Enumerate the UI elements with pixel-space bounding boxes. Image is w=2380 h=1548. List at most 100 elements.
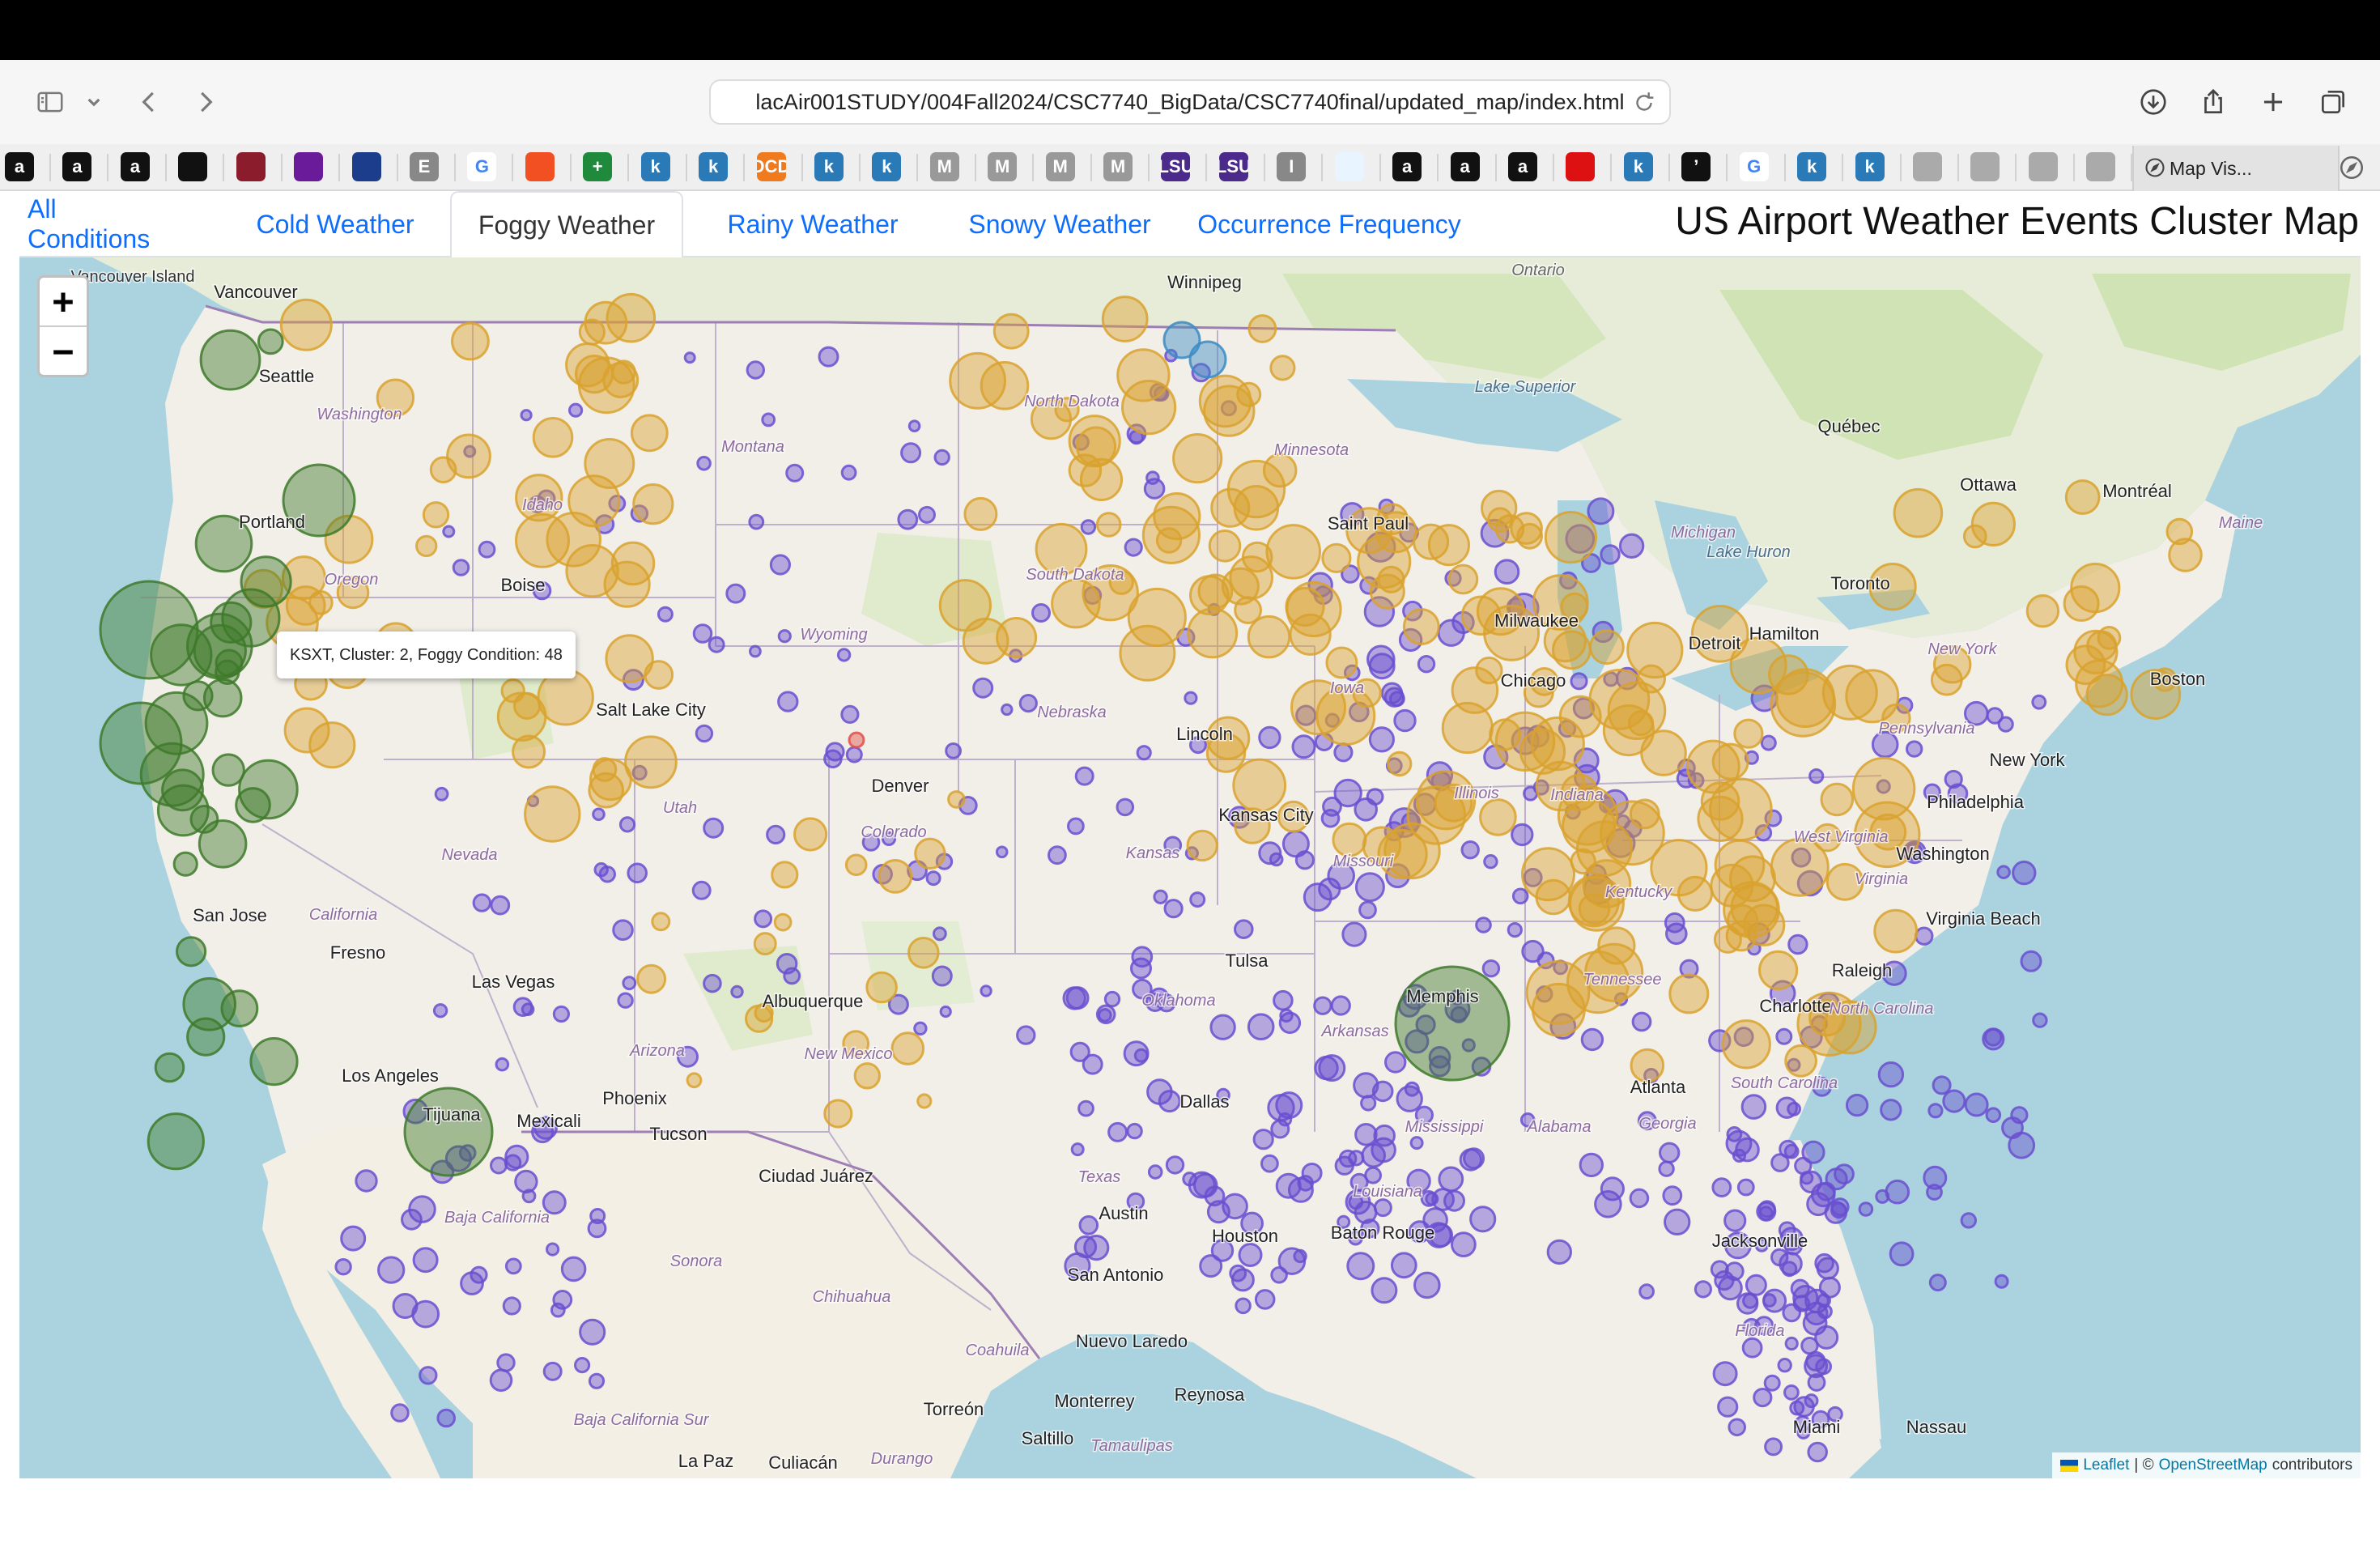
cluster-marker-purple[interactable] [1511, 887, 1529, 905]
cluster-marker-purple[interactable] [412, 1247, 439, 1274]
favorite-site-icon[interactable]: M [988, 152, 1018, 181]
cluster-marker-gold[interactable] [1119, 624, 1176, 682]
cluster-marker-purple[interactable] [1928, 1274, 1947, 1292]
zoom-out-button[interactable]: − [40, 327, 87, 375]
cluster-marker-purple[interactable] [1147, 1164, 1163, 1180]
cluster-marker-purple[interactable] [1163, 899, 1184, 919]
cluster-marker-gold[interactable] [584, 438, 635, 489]
cluster-marker-purple[interactable] [696, 456, 712, 471]
cluster-marker-gold[interactable] [878, 859, 913, 894]
cluster-marker-purple[interactable] [1808, 768, 1825, 785]
cluster-marker-purple[interactable] [1710, 1260, 1729, 1279]
cluster-marker-purple[interactable] [1964, 1092, 1989, 1117]
cluster-marker-purple[interactable] [1783, 1143, 1800, 1159]
cluster-marker-purple[interactable] [489, 1368, 513, 1393]
cluster-marker-purple[interactable] [1070, 1142, 1085, 1157]
cluster-marker-purple[interactable] [1757, 1200, 1776, 1218]
cluster-marker-purple[interactable] [432, 1003, 448, 1019]
cluster-marker-purple[interactable] [1258, 725, 1281, 750]
favorite-site-icon[interactable] [1970, 152, 2000, 181]
cluster-marker-gold[interactable] [1203, 385, 1256, 437]
cluster-marker-purple[interactable] [1384, 1051, 1407, 1074]
cluster-marker-purple[interactable] [1417, 655, 1436, 674]
cluster-marker-purple[interactable] [588, 1372, 606, 1389]
cluster-marker-purple[interactable] [1083, 1235, 1110, 1261]
cluster-marker-gold[interactable] [823, 1099, 853, 1129]
cluster-marker-purple[interactable] [703, 973, 722, 993]
cluster-marker-purple[interactable] [840, 704, 860, 725]
cluster-marker-gold[interactable] [630, 414, 669, 453]
tab-cold-weather[interactable]: Cold Weather [246, 191, 424, 257]
cluster-marker-gold[interactable] [1208, 529, 1242, 563]
cluster-marker-gold[interactable] [1770, 837, 1830, 897]
cluster-marker-purple[interactable] [1659, 1142, 1681, 1164]
cluster-marker-gold[interactable] [422, 501, 450, 529]
cluster-marker-purple[interactable] [980, 985, 992, 997]
cluster-marker-purple[interactable] [1333, 742, 1354, 763]
cluster-marker-purple[interactable] [730, 985, 744, 999]
cluster-marker-purple[interactable] [1742, 1292, 1759, 1309]
tab-map-visualization[interactable]: Map Vis... [2132, 146, 2340, 191]
cluster-marker-purple[interactable] [1985, 1107, 2002, 1123]
favorite-site-icon[interactable]: + [583, 152, 613, 181]
cluster-marker-purple[interactable] [1789, 1400, 1805, 1416]
cluster-marker-purple[interactable] [1594, 1190, 1622, 1218]
cluster-marker-purple[interactable] [1067, 817, 1085, 836]
cluster-marker-purple[interactable] [340, 1225, 367, 1252]
cluster-marker-purple[interactable] [1451, 1231, 1477, 1257]
cluster-marker-gold[interactable] [686, 1072, 703, 1089]
cluster-marker-gold[interactable] [1930, 663, 1963, 696]
cluster-marker-purple[interactable] [1277, 1112, 1293, 1127]
cluster-marker-purple[interactable] [1371, 1277, 1398, 1304]
cluster-marker-purple[interactable] [845, 746, 863, 763]
cluster-marker-gold[interactable] [1269, 355, 1296, 381]
cluster-marker-purple[interactable] [1658, 1160, 1675, 1177]
cluster-marker-purple[interactable] [1662, 1185, 1683, 1206]
tab-snowy-weather[interactable]: Snowy Weather [931, 191, 1188, 257]
cluster-marker-purple[interactable] [542, 1361, 563, 1381]
favorite-site-icon[interactable] [1566, 152, 1596, 181]
cluster-marker-gold[interactable] [773, 912, 793, 932]
cluster-marker-purple[interactable] [1782, 1303, 1801, 1323]
cluster-marker-purple[interactable] [495, 1057, 510, 1072]
cluster-marker-gold[interactable] [603, 560, 651, 608]
favorite-site-icon[interactable]: a [5, 152, 34, 181]
cluster-marker-gold[interactable] [865, 971, 898, 1004]
cluster-marker-purple[interactable] [1252, 1129, 1274, 1150]
tab-rainy-weather[interactable]: Rainy Weather [691, 191, 934, 257]
favorite-site-icon[interactable]: M [929, 152, 959, 181]
cluster-marker-purple[interactable] [897, 508, 919, 530]
favorite-site-icon[interactable]: DCD [756, 152, 786, 181]
cluster-marker-purple[interactable] [512, 997, 533, 1018]
cluster-marker-purple[interactable] [840, 464, 857, 481]
cluster-marker-purple[interactable] [1982, 1027, 2005, 1051]
cluster-marker-purple[interactable] [1001, 703, 1014, 717]
cluster-marker-gold[interactable] [771, 861, 799, 889]
cluster-marker-purple[interactable] [1781, 1261, 1798, 1278]
favorite-site-icon[interactable]: G [467, 152, 497, 181]
cluster-marker-gold[interactable] [1516, 522, 1543, 550]
cluster-marker-gold[interactable] [916, 1093, 933, 1109]
cluster-marker-gold[interactable] [1535, 878, 1572, 916]
cluster-marker-purple[interactable] [1723, 1209, 1747, 1232]
cluster-marker-purple[interactable] [377, 1256, 406, 1284]
cluster-marker-gold[interactable] [844, 853, 868, 877]
cluster-marker-gold[interactable] [1232, 758, 1287, 813]
cluster-marker-purple[interactable] [1762, 1288, 1787, 1313]
cluster-marker-purple[interactable] [900, 442, 922, 464]
cluster-marker-purple[interactable] [1807, 1373, 1826, 1392]
cluster-marker-purple[interactable] [1409, 1136, 1424, 1150]
cluster-marker-purple[interactable] [1481, 959, 1501, 978]
cluster-marker-purple[interactable] [587, 1218, 607, 1239]
cluster-marker-purple[interactable] [1320, 809, 1341, 828]
cluster-marker-purple[interactable] [1078, 1215, 1099, 1235]
cluster-marker-purple[interactable] [1287, 1176, 1314, 1203]
cluster-marker-purple[interactable] [1986, 707, 2004, 725]
cluster-marker-purple[interactable] [1830, 1197, 1850, 1217]
cluster-marker-gold[interactable] [980, 361, 1030, 410]
tab-overview-icon[interactable] [2312, 81, 2354, 123]
cluster-marker-green[interactable] [240, 555, 292, 608]
cluster-marker-gold[interactable] [1265, 524, 1321, 580]
cluster-marker-purple[interactable] [657, 606, 674, 623]
address-bar[interactable]: lacAir001STUDY/004Fall2024/CSC7740_BigDa… [709, 79, 1671, 125]
